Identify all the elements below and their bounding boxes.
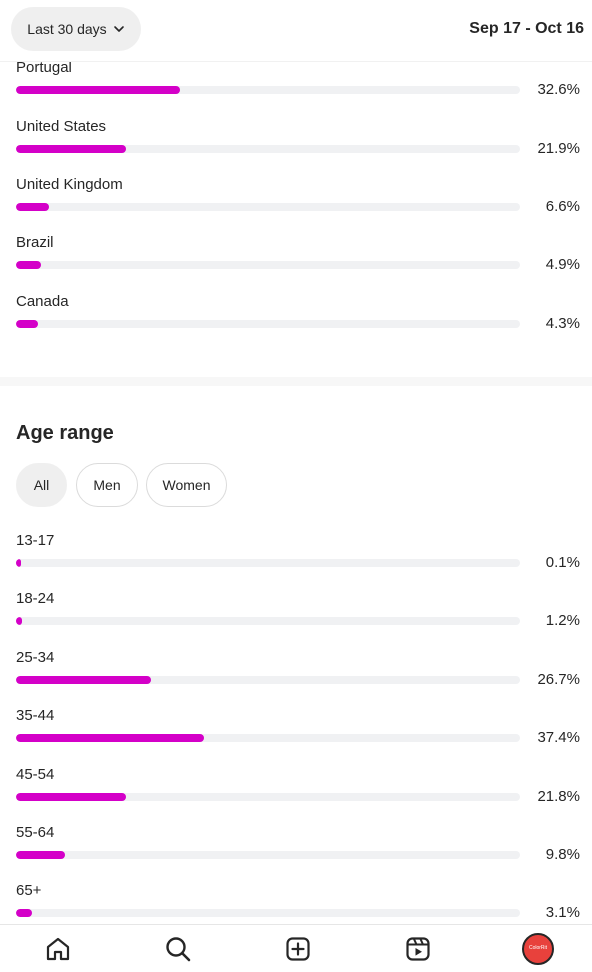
age-percent: 9.8% [545,846,580,863]
filter-label: Men [93,477,121,493]
bar-track [16,734,520,742]
reels-icon [406,937,430,961]
bar-track [16,559,520,567]
bar-fill [16,676,151,684]
section-divider [0,377,592,386]
date-range-dropdown[interactable]: Last 30 days [11,7,141,51]
age-label: 18-24 [16,590,55,607]
bar-track [16,86,520,94]
bar-fill [16,86,181,94]
bar-track [16,851,520,859]
search-icon [166,937,191,962]
age-row: 25-34 26.7% [16,649,580,707]
age-label: 65+ [16,882,42,899]
audience-insights-page: Last 30 days Sep 17 - Oct 16 Portugal 32… [0,0,592,972]
age-row: 35-44 37.4% [16,707,580,765]
age-row: 45-54 21.8% [16,766,580,824]
country-name: United States [16,118,107,135]
bar-fill [16,320,38,328]
country-row: Canada 4.3% [16,293,580,351]
nav-home[interactable] [42,933,74,965]
country-row: Brazil 4.9% [16,234,580,292]
country-row: United Kingdom 6.6% [16,176,580,234]
nav-create[interactable] [282,933,314,965]
filter-all-button[interactable]: All [16,463,67,507]
date-range-dropdown-label: Last 30 days [27,21,107,37]
age-percent: 3.1% [545,904,580,921]
home-icon [46,937,70,961]
country-name: Brazil [16,234,54,251]
age-percent: 37.4% [537,729,580,746]
create-icon [286,937,310,961]
age-label: 35-44 [16,707,55,724]
nav-search[interactable] [162,933,194,965]
bar-track [16,793,520,801]
country-percent: 6.6% [545,198,580,215]
bar-track [16,909,520,917]
age-label: 45-54 [16,766,55,783]
bar-fill [16,559,22,567]
age-percent: 26.7% [537,671,580,688]
country-name: United Kingdom [16,176,123,193]
filter-women-button[interactable]: Women [146,463,227,507]
bar-track [16,145,520,153]
header-bar: Last 30 days Sep 17 - Oct 16 [0,0,592,62]
age-label: 25-34 [16,649,55,666]
bar-fill [16,851,66,859]
bar-fill [16,793,126,801]
country-percent: 21.9% [537,140,580,157]
age-row: 55-64 9.8% [16,824,580,882]
age-percent: 0.1% [545,554,580,571]
age-label: 55-64 [16,824,55,841]
bar-track [16,676,520,684]
bar-track [16,320,520,328]
filter-label: Women [162,477,211,493]
bar-fill [16,145,127,153]
country-percent: 32.6% [537,81,580,98]
nav-profile[interactable]: ColorRit [522,933,554,965]
country-row: Portugal 32.6% [16,59,580,117]
age-percent: 1.2% [545,612,580,629]
bar-fill [16,261,41,269]
age-percent: 21.8% [537,788,580,805]
country-name: Canada [16,293,69,310]
country-percent: 4.9% [545,256,580,273]
profile-avatar: ColorRit [522,933,554,965]
bar-track [16,203,520,211]
age-label: 13-17 [16,532,55,549]
date-range-text: Sep 17 - Oct 16 [469,20,584,37]
bar-fill [16,203,50,211]
country-row: United States 21.9% [16,118,580,176]
age-row: 18-24 1.2% [16,590,580,648]
chevron-down-icon [113,26,124,32]
bar-fill [16,909,32,917]
filter-men-button[interactable]: Men [76,463,138,507]
bar-fill [16,734,205,742]
section-title: Age range [16,422,114,444]
bar-track [16,617,520,625]
filter-label: All [33,477,50,493]
bar-track [16,261,520,269]
avatar-text: ColorRit [528,945,548,952]
bottom-navigation: ColorRit [0,924,592,972]
country-percent: 4.3% [545,315,580,332]
age-row: 13-17 0.1% [16,532,580,590]
bar-fill [16,617,23,625]
nav-reels[interactable] [402,933,434,965]
